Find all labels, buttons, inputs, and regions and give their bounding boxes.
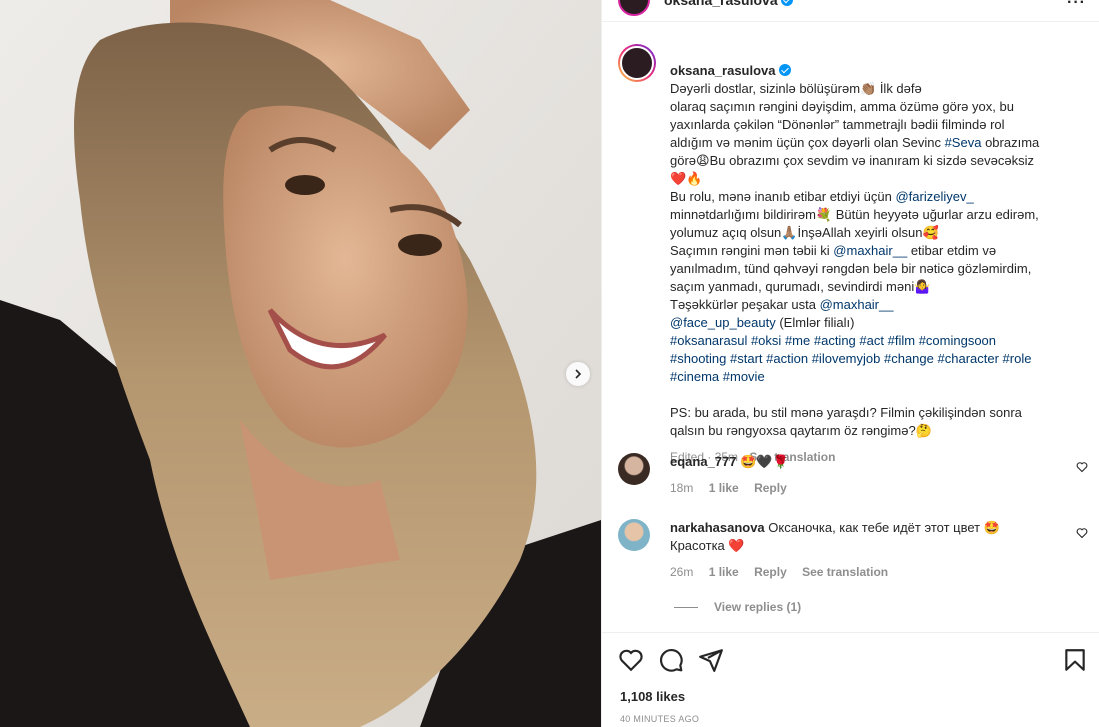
reply-button[interactable]: Reply — [754, 481, 787, 495]
comment-likes[interactable]: 1 like — [709, 565, 739, 579]
like-comment-heart-icon[interactable] — [1076, 461, 1088, 473]
reply-button[interactable]: Reply — [754, 565, 787, 579]
hashtag-link[interactable]: #me — [785, 333, 810, 348]
caption-line: yolumuz açıq olsun🙏🏽İnşəAllah xeyirli ol… — [670, 225, 939, 240]
hashtag-link[interactable]: #film — [888, 333, 915, 348]
mention-link[interactable]: @maxhair__ — [820, 297, 894, 312]
hashtag-link[interactable]: #oksanarasul — [670, 333, 747, 348]
hashtag-link[interactable]: #start — [730, 351, 763, 366]
post-header: oksana_rasulova ··· — [602, 0, 1099, 22]
hashtag-link[interactable]: #comingsoon — [919, 333, 996, 348]
caption-username[interactable]: oksana_rasulova — [670, 63, 791, 78]
caption-line: Təşəkkürlər peşakar usta @maxhair__ — [670, 297, 894, 312]
caption-line: ❤️🔥 — [670, 171, 703, 186]
hashtag-link[interactable]: #movie — [723, 369, 765, 384]
comment-username[interactable]: eqana_777 — [670, 454, 737, 469]
instagram-post: oksana_rasulova ··· oksana_rasulova Dəyə… — [0, 0, 1099, 727]
comment-meta: 18m 1 like Reply — [670, 479, 1060, 497]
chevron-right-icon — [575, 369, 582, 379]
comment-avatar[interactable] — [618, 519, 650, 551]
caption-author-avatar[interactable] — [618, 44, 656, 82]
comment-meta: 26m 1 like Reply See translation — [670, 563, 1060, 581]
view-replies-label: View replies (1) — [714, 600, 802, 614]
caption-line: olaraq saçımın rəngini dəyişdim, amma öz… — [670, 99, 1014, 114]
hashtag-link[interactable]: #ilovemyjob — [812, 351, 881, 366]
view-replies-button[interactable]: View replies (1) — [674, 600, 801, 614]
comment-text: Оксаночка, как тебе идёт этот цвет 🤩 — [768, 520, 1000, 535]
verified-badge-icon — [778, 64, 791, 76]
caption-line: @face_up_beauty (Elmlər filialı) — [670, 315, 855, 330]
more-options-icon[interactable]: ··· — [1067, 0, 1086, 12]
hashtag-link[interactable]: #action — [766, 351, 808, 366]
hashtag-link[interactable]: #acting — [814, 333, 856, 348]
caption-line: saçım yanmadı, qurumadı, sevindirdi məni… — [670, 279, 931, 294]
hashtag-link[interactable]: #act — [859, 333, 884, 348]
caption-line: #oksanarasul #oksi #me #acting #act #fil… — [670, 333, 996, 348]
caption-line: minnətdarlığımı bildirirəm💐 Bütün heyyət… — [670, 207, 1039, 222]
caption-line: Dəyərli dostlar, sizinlə bölüşürəm👏🏽 İlk… — [670, 81, 922, 96]
caption-text: oksana_rasulova Dəyərli dostlar, sizinlə… — [670, 44, 1080, 440]
like-comment-heart-icon[interactable] — [1076, 527, 1088, 539]
hashtag-link[interactable]: #change — [884, 351, 934, 366]
hashtag-link[interactable]: #character — [938, 351, 999, 366]
comment-text-line2: Красотка ❤️ — [670, 538, 745, 553]
caption-line: #cinema #movie — [670, 369, 765, 384]
post-side-panel: oksana_rasulova ··· oksana_rasulova Dəyə… — [601, 0, 1099, 727]
caption-line: #shooting #start #action #ilovemyjob #ch… — [670, 351, 1031, 366]
action-bar: 1,108 likes 40 MINUTES AGO — [602, 632, 1099, 727]
comment-item: eqana_777 🤩🖤🌹 18m 1 like Reply — [618, 453, 1088, 497]
caption-line: qalsın bu rəngyoxsa qaytarım öz rəngimə?… — [670, 423, 932, 438]
caption-line: aldığım və mənim üçün çox dəyərli olan S… — [670, 135, 1040, 150]
comment-likes[interactable]: 1 like — [709, 481, 739, 495]
comment-avatar[interactable] — [618, 453, 650, 485]
comment-time: 26m — [670, 565, 694, 579]
author-username[interactable]: oksana_rasulova — [664, 0, 793, 8]
caption-line: yanılmadım, tünd qəhvəyi rəngdən belə bi… — [670, 261, 1032, 276]
mention-link[interactable]: @maxhair__ — [833, 243, 907, 258]
verified-badge-icon — [780, 0, 793, 6]
comment-text: 🤩🖤🌹 — [740, 454, 789, 469]
hashtag-link[interactable]: #cinema — [670, 369, 719, 384]
comment-bubble-icon[interactable] — [658, 647, 684, 673]
comment-item: narkahasanova Оксаночка, как тебе идёт э… — [618, 519, 1088, 581]
like-heart-icon[interactable] — [618, 647, 644, 673]
comment-time: 18m — [670, 481, 694, 495]
caption-line: yaxınlarda çəkilən “Dönənlər” tammetrajl… — [670, 117, 1005, 132]
caption-line: Saçımın rəngini mən təbii ki @maxhair__ … — [670, 243, 997, 258]
post-photo — [0, 0, 601, 727]
hashtag-link[interactable]: #Seva — [945, 135, 982, 150]
comment-username[interactable]: narkahasanova — [670, 520, 765, 535]
posted-time: 40 MINUTES AGO — [620, 714, 700, 724]
author-avatar[interactable] — [618, 0, 650, 16]
mention-link[interactable]: @face_up_beauty — [670, 315, 776, 330]
likes-count[interactable]: 1,108 likes — [620, 689, 685, 704]
caption-line: görə😩Bu obrazımı çox sevdim və inanıram … — [670, 153, 1034, 168]
caption: oksana_rasulova Dəyərli dostlar, sizinlə… — [618, 44, 1088, 464]
mention-link[interactable]: @farizeliyev_ — [895, 189, 973, 204]
save-bookmark-icon[interactable] — [1062, 647, 1088, 673]
see-translation-link[interactable]: See translation — [802, 565, 888, 579]
caption-line: PS: bu arada, bu stil mənə yaraşdı? Film… — [670, 405, 1022, 420]
divider-line — [674, 606, 698, 608]
hashtag-link[interactable]: #shooting — [670, 351, 726, 366]
hashtag-link[interactable]: #role — [1003, 351, 1032, 366]
caption-body: Dəyərli dostlar, sizinlə bölüşürəm👏🏽 İlk… — [670, 81, 1039, 438]
caption-line: Bu rolu, mənə inanıb etibar etdiyi üçün … — [670, 189, 974, 204]
post-media[interactable] — [0, 0, 601, 727]
share-send-icon[interactable] — [698, 647, 724, 673]
hashtag-link[interactable]: #oksi — [751, 333, 781, 348]
next-image-button[interactable] — [566, 362, 590, 386]
